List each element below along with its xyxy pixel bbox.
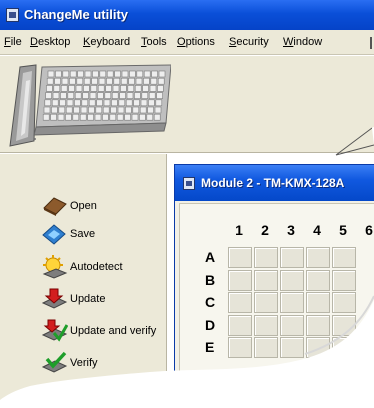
callout-pointer bbox=[335, 126, 374, 156]
screen: ChangeMe utility File Desktop Keyboard T… bbox=[0, 0, 374, 408]
